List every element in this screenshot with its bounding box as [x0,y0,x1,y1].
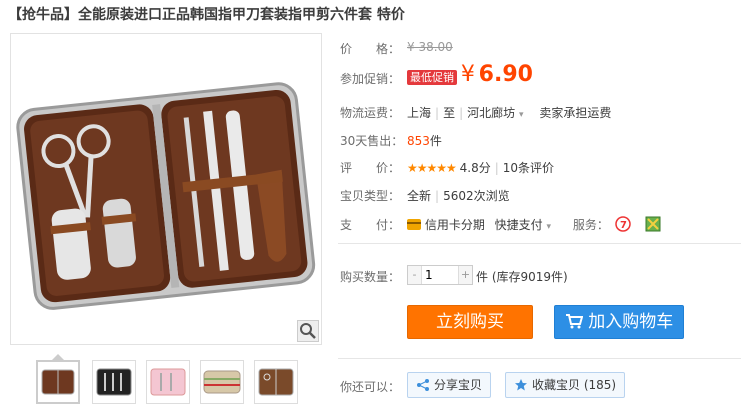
chevron-down-icon: ▾ [546,222,552,232]
rating-row: ★★★★★ 4.8分 | 10条评价 [407,161,555,175]
divider [338,243,741,244]
promo-price: 6.90 [478,62,533,87]
item-type-label: 宝贝类型： [340,189,401,203]
divider [338,358,741,359]
payment-label: 支 付： [340,218,401,232]
promo-label: 参加促销： [340,72,401,86]
extra-actions-label: 你还可以： [340,380,401,394]
item-views: 5602次浏览 [443,189,510,203]
quantity-decrease-button[interactable]: - [408,266,422,284]
ship-to-prefix: 至 [443,106,456,120]
shipping-row: 上海 | 至 | 河北廊坊 ▾ 卖家承担运费 [407,106,612,120]
quantity-label: 购买数量： [340,270,401,284]
thumbnail-3[interactable] [146,360,190,404]
chevron-down-icon: ▾ [518,110,524,120]
quantity-input[interactable] [423,266,458,284]
thumbnail-2[interactable] [92,360,136,404]
ship-to: 河北廊坊 [467,106,516,120]
ship-from: 上海 [407,106,432,120]
share-button[interactable]: 分享宝贝 [407,372,492,398]
star-rating-icon: ★★★★★ [407,161,457,175]
quantity-increase-button[interactable]: + [458,266,472,284]
thumbnail-4[interactable] [200,360,244,404]
sold-label: 30天售出： [340,134,404,148]
share-label: 分享宝贝 [434,378,483,392]
item-type-row: 全新 | 5602次浏览 [407,189,510,203]
rating-score: 4.8分 [459,161,491,175]
service-label: 服务： [572,218,609,232]
payment-row: 信用卡分期 快捷支付 ▾ 服务： 7 [407,216,661,233]
price-label: 价 格： [340,42,401,56]
shipping-label: 物流运费： [340,106,401,120]
favorite-button[interactable]: 收藏宝贝 (185) [505,372,626,398]
favorite-label: 收藏宝贝 (185) [532,378,617,392]
reviews-link[interactable]: 10条评价 [503,161,554,175]
nail-clipper-set-image [16,82,316,310]
rating-label: 评 价： [340,161,401,175]
sold-row: 853件 [407,132,442,149]
shipping-fee: 卖家承担运费 [539,106,612,120]
original-price: ¥ 38.00 [407,40,453,54]
svg-text:7: 7 [620,220,627,231]
thumbnail-5[interactable] [254,360,298,404]
cart-icon [565,314,584,329]
quick-pay[interactable]: 快捷支付 ▾ [495,218,551,232]
share-icon [417,379,429,391]
quick-pay-label: 快捷支付 [494,218,543,232]
thumbnail-1[interactable] [36,360,80,404]
product-title: 【抢牛品】全能原装进口正品韩国指甲刀套装指甲剪六件套 特价 [8,7,405,23]
promo-row: 最低促销 ¥ 6.90 [407,62,533,87]
guarantee-icon[interactable] [645,216,661,232]
promo-currency: ¥ [460,62,475,87]
quantity-stepper: - + [407,265,473,285]
credit-installment[interactable]: 信用卡分期 [407,218,489,232]
magnifier-icon [300,323,316,339]
add-to-cart-label: 加入购物车 [588,312,674,332]
promo-tag: 最低促销 [407,70,457,85]
zoom-button[interactable] [297,320,319,342]
add-to-cart-button[interactable]: 加入购物车 [554,305,684,339]
item-condition: 全新 [407,189,432,203]
sold-count: 853 [407,134,430,148]
ship-to-select[interactable]: 河北廊坊 ▾ [467,106,523,120]
product-main-image[interactable] [10,33,322,345]
credit-installment-label: 信用卡分期 [424,218,485,232]
buy-now-button[interactable]: 立刻购买 [407,305,533,339]
star-icon [515,379,527,391]
seven-day-return-icon[interactable]: 7 [614,216,631,232]
stock-info: 件 (库存9019件) [476,270,568,284]
credit-card-icon [407,219,421,230]
sold-unit: 件 [429,134,442,148]
